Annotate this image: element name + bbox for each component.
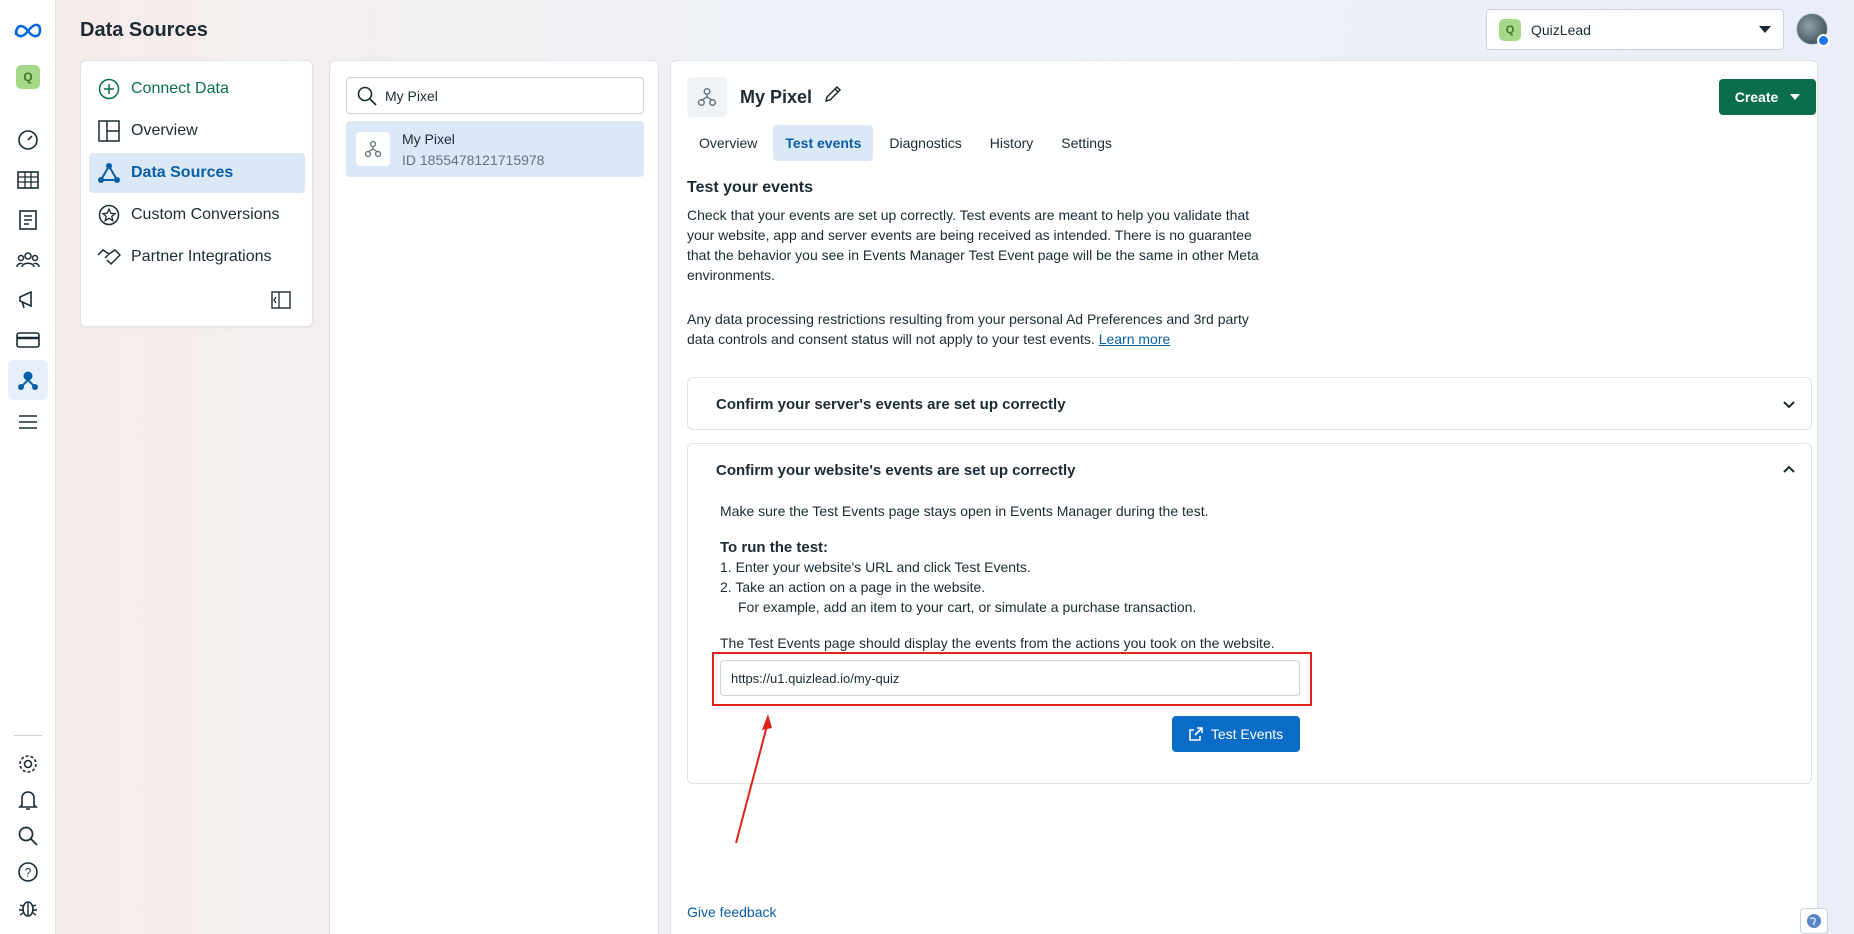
run-test-heading: To run the test:: [720, 539, 829, 556]
restrictions-paragraph: Any data processing restrictions resulti…: [687, 309, 1267, 349]
edit-pencil-icon[interactable]: [823, 84, 845, 106]
facebook-badge-icon: [1817, 34, 1830, 47]
nav-label: Custom Conversions: [131, 206, 280, 223]
collapse-panel-icon[interactable]: [271, 291, 293, 313]
menu-icon[interactable]: [8, 402, 48, 442]
megaphone-icon[interactable]: [8, 280, 48, 320]
website-events-accordion: Confirm your website's events are set up…: [687, 443, 1812, 784]
tab-diagnostics[interactable]: Diagnostics: [877, 125, 973, 161]
server-accordion-title: Confirm your server's events are set up …: [716, 395, 1066, 413]
table-icon[interactable]: [8, 160, 48, 200]
pixel-icon: [356, 132, 390, 166]
tab-history[interactable]: History: [978, 125, 1046, 161]
pixel-detail-panel: My Pixel Create Overview Test events Dia…: [670, 60, 1818, 934]
nav-connect-data[interactable]: Connect Data: [89, 69, 305, 109]
give-feedback-link[interactable]: Give feedback: [687, 904, 777, 920]
left-rail: Q ?: [0, 0, 56, 934]
star-circle-icon: [97, 203, 121, 227]
search-icon: [357, 86, 377, 106]
tab-settings[interactable]: Settings: [1049, 125, 1124, 161]
bug-report-icon[interactable]: [8, 888, 48, 928]
pixel-title: My Pixel: [740, 87, 813, 107]
intro-paragraph: Check that your events are set up correc…: [687, 207, 1259, 283]
website-url-input[interactable]: [720, 660, 1300, 696]
nav-label: Connect Data: [131, 80, 229, 97]
account-name: QuizLead: [1531, 21, 1591, 38]
account-badge: Q: [1499, 18, 1521, 41]
notifications-bell-icon[interactable]: [8, 780, 48, 820]
nav-custom-conversions[interactable]: Custom Conversions: [89, 195, 305, 235]
events-manager-nav: Connect Data Overview Data Sources Custo…: [80, 60, 313, 327]
svg-text:?: ?: [25, 866, 32, 880]
audiences-icon[interactable]: [8, 240, 48, 280]
nav-label: Data Sources: [131, 164, 234, 181]
data-sources-icon: [97, 161, 121, 185]
handshake-icon: [97, 245, 121, 269]
pixel-icon: [687, 77, 727, 117]
settings-gear-icon[interactable]: [8, 744, 48, 784]
catalog-icon[interactable]: [8, 200, 48, 240]
events-manager-icon[interactable]: [8, 360, 48, 400]
step-one: 1. Enter your website's URL and click Te…: [720, 559, 1031, 575]
create-button[interactable]: Create: [1719, 79, 1816, 115]
pixel-item-id: ID 1855478121715978: [402, 151, 545, 168]
dropdown-caret-icon: [1759, 25, 1771, 33]
search-icon[interactable]: [8, 816, 48, 856]
plus-circle-icon: [97, 77, 121, 101]
section-title: Test your events: [687, 179, 813, 196]
language-globe-icon[interactable]: [1800, 908, 1828, 934]
tab-overview[interactable]: Overview: [687, 125, 769, 161]
dashboard-icon[interactable]: [8, 120, 48, 160]
keep-open-note: Make sure the Test Events page stays ope…: [720, 503, 1209, 519]
chevron-down-icon: [1790, 94, 1801, 100]
chevron-up-icon: [1783, 465, 1795, 473]
billing-card-icon[interactable]: [8, 320, 48, 360]
display-note: The Test Events page should display the …: [720, 635, 1275, 651]
workspace-avatar[interactable]: Q: [16, 65, 40, 89]
page-title: Data Sources: [80, 19, 208, 41]
test-events-button[interactable]: Test Events: [1172, 716, 1300, 752]
external-link-icon: [1189, 727, 1203, 741]
server-accordion-header[interactable]: Confirm your server's events are set up …: [688, 378, 1811, 430]
learn-more-link[interactable]: Learn more: [1099, 331, 1171, 347]
step-two: 2. Take an action on a page in the websi…: [720, 579, 986, 595]
test-events-label: Test Events: [1210, 726, 1284, 742]
step-two-example: For example, add an item to your cart, o…: [738, 599, 1197, 615]
overview-layout-icon: [97, 119, 121, 143]
nav-data-sources[interactable]: Data Sources: [89, 153, 305, 193]
data-source-list-panel: My Pixel ID 1855478121715978: [329, 60, 659, 934]
create-label: Create: [1734, 89, 1779, 105]
source-search-input[interactable]: [385, 87, 635, 104]
account-selector[interactable]: Q QuizLead: [1486, 9, 1784, 50]
tab-test-events[interactable]: Test events: [773, 125, 874, 161]
pixel-list-item[interactable]: My Pixel ID 1855478121715978: [346, 121, 644, 177]
website-accordion-title: Confirm your website's events are set up…: [716, 461, 1076, 479]
meta-logo-icon[interactable]: [8, 10, 48, 50]
nav-partner-integrations[interactable]: Partner Integrations: [89, 237, 305, 277]
source-search-box: [346, 77, 644, 114]
help-icon[interactable]: ?: [8, 852, 48, 892]
chevron-down-icon: [1783, 401, 1795, 409]
profile-avatar[interactable]: [1796, 13, 1830, 47]
website-accordion-header[interactable]: Confirm your website's events are set up…: [688, 444, 1811, 496]
nav-overview[interactable]: Overview: [89, 111, 305, 151]
rail-divider: [14, 735, 42, 736]
pixel-tabs: Overview Test events Diagnostics History…: [687, 125, 1128, 161]
server-events-accordion: Confirm your server's events are set up …: [687, 377, 1812, 430]
nav-label: Overview: [131, 122, 198, 139]
nav-label: Partner Integrations: [131, 248, 272, 265]
pixel-item-name: My Pixel: [402, 130, 455, 147]
